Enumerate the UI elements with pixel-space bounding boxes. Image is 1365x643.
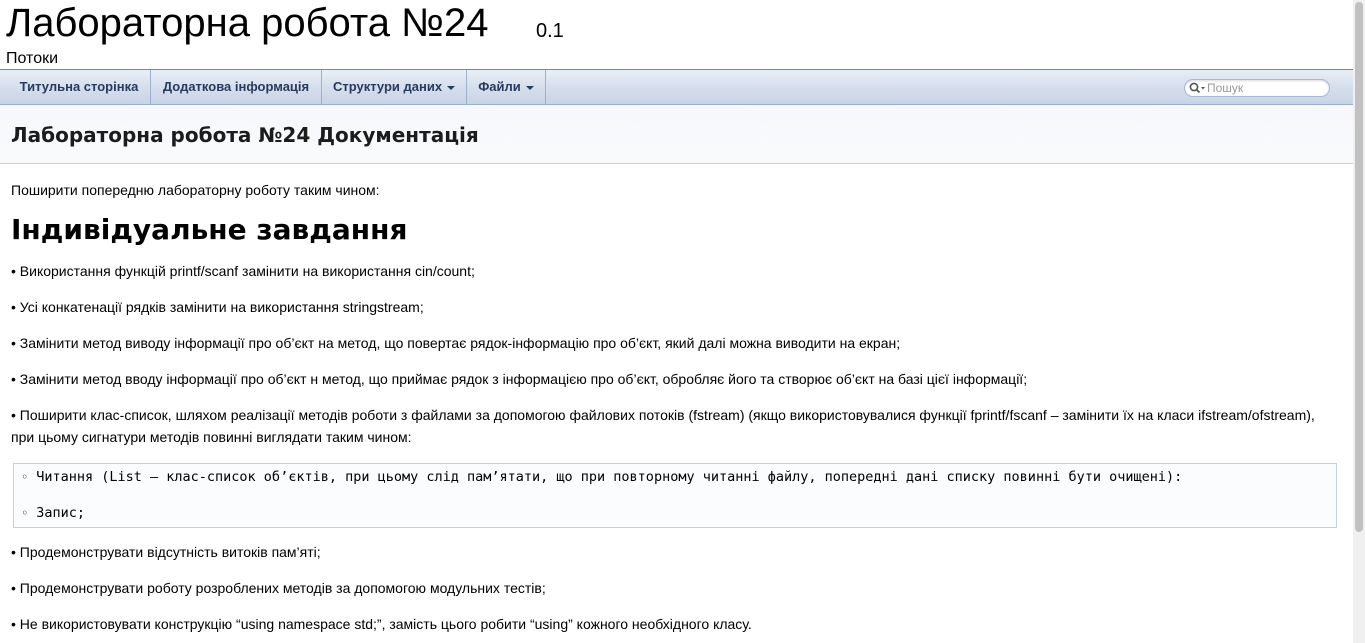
nav-item-files[interactable]: Файли: [467, 70, 546, 105]
list-item: • Поширити клас-список, шляхом реалізаці…: [11, 407, 1315, 445]
chevron-down-icon: [525, 85, 534, 90]
page-header: Лабораторна робота №24 Документація: [0, 105, 1353, 164]
section-heading: Індивідуальне завдання: [11, 213, 408, 246]
nav-item-main-page[interactable]: Титульна сторінка: [8, 70, 151, 105]
nav-item-related-pages[interactable]: Додаткова інформація: [151, 70, 322, 105]
chevron-down-icon: [447, 85, 456, 90]
title-area: Лабораторна робота №24 0.1 Потоки: [0, 0, 1353, 69]
list-item: • Продемонструвати роботу розроблених ме…: [11, 580, 546, 596]
search-icon[interactable]: [1189, 82, 1207, 95]
code-block: ◦ Читання (List – клас-список об’єктів, п…: [13, 463, 1337, 528]
search-input[interactable]: [1207, 80, 1325, 96]
code-line-text: Запис;: [36, 505, 86, 521]
project-name: Лабораторна робота №24: [6, 1, 489, 45]
page-title: Лабораторна робота №24 Документація: [11, 123, 479, 147]
scrollbar-thumb[interactable]: [1355, 2, 1363, 532]
vertical-scrollbar[interactable]: [1353, 0, 1365, 643]
code-line: ◦ Запис;: [21, 504, 85, 522]
nav-item-label: Структури даних: [332, 79, 443, 94]
circle-bullet-icon: ◦: [21, 506, 29, 520]
intro-text: Поширити попередню лабораторну роботу та…: [11, 182, 380, 198]
page: Лабораторна робота №24 0.1 Потоки Титуль…: [0, 0, 1365, 643]
nav-item-label: Файли: [478, 79, 521, 94]
nav-item-label: Додаткова інформація: [162, 79, 310, 94]
nav-bar: Титульна сторінка Додаткова інформація С…: [0, 69, 1353, 105]
circle-bullet-icon: ◦: [21, 470, 29, 484]
list-item: • Усі конкатенації рядків замінити на ви…: [11, 299, 424, 315]
nav-item-label: Титульна сторінка: [19, 79, 139, 94]
list-item: • Замінити метод вводу інформації про об…: [11, 371, 1028, 387]
code-line-text: Читання (List – клас-список об’єктів, пр…: [36, 469, 1183, 485]
list-item: • Використання функцій printf/scanf замі…: [11, 263, 475, 279]
list-item: • Продемонструвати відсутність витоків п…: [11, 544, 321, 560]
list-item: • Не використовувати конструкцію “using …: [11, 616, 752, 632]
search-box[interactable]: [1184, 79, 1330, 97]
project-number: 0.1: [536, 20, 564, 42]
code-line: ◦ Читання (List – клас-список об’єктів, п…: [21, 468, 1182, 486]
list-item: • Замінити метод виводу інформації про о…: [11, 335, 901, 351]
nav-item-data-structures[interactable]: Структури даних: [322, 70, 467, 105]
project-brief: Потоки: [6, 50, 59, 67]
